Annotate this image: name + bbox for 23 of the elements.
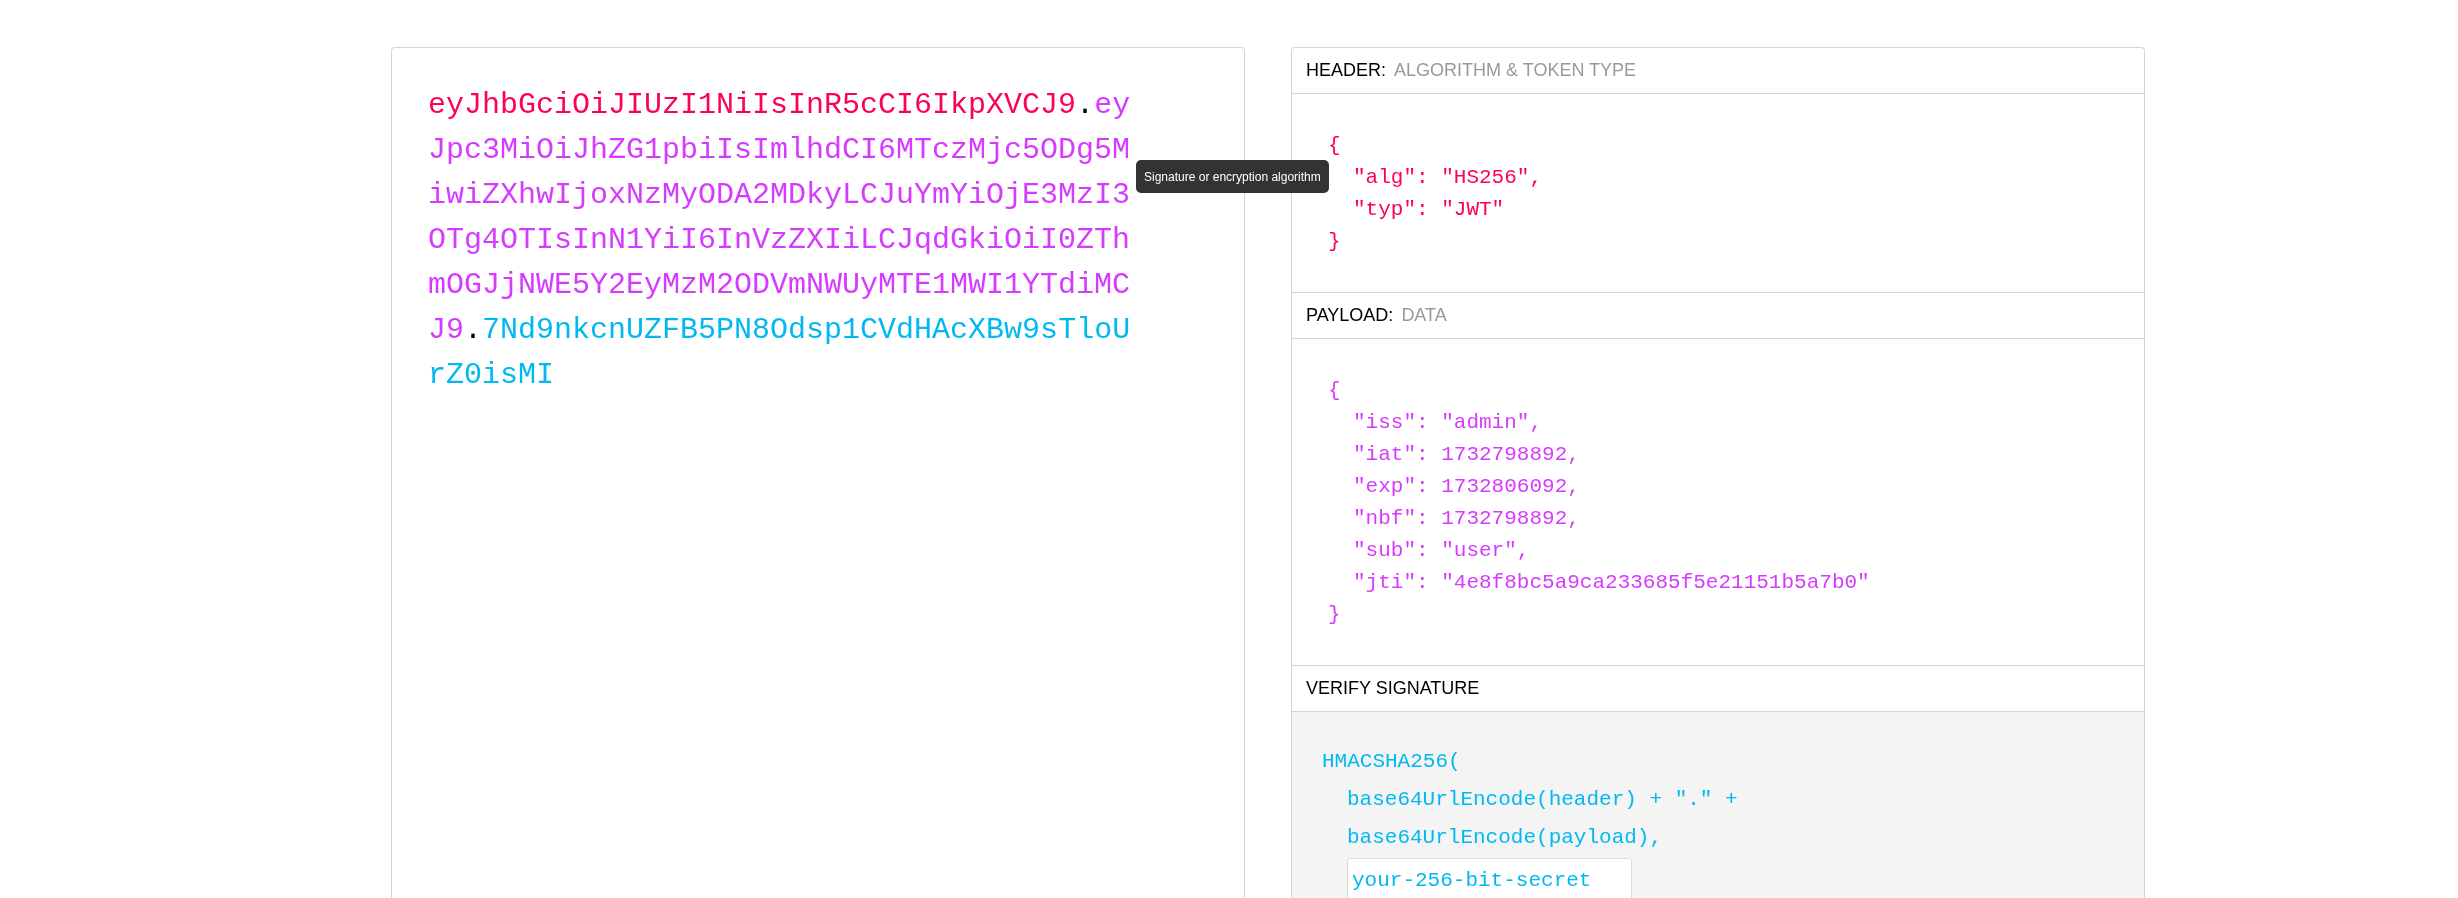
section-label: PAYLOAD: — [1306, 305, 1394, 326]
secret-input-field[interactable]: your-256-bit-secret — [1347, 858, 1632, 898]
code-line: base64UrlEncode(payload), — [1347, 825, 1663, 851]
json-brace: { — [1328, 133, 1341, 159]
section-sublabel: DATA — [1401, 305, 1447, 326]
json-brace: } — [1328, 602, 1341, 628]
json-line[interactable]: "sub": "user", — [1353, 535, 1530, 567]
section-sublabel: ALGORITHM & TOKEN TYPE — [1394, 60, 1637, 81]
json-brace: } — [1328, 229, 1341, 255]
json-line[interactable]: "iat": 1732798892, — [1353, 439, 1580, 471]
tooltip: Signature or encryption algorithm — [1136, 160, 1329, 193]
section-label: VERIFY SIGNATURE — [1306, 678, 1480, 699]
json-line[interactable]: "iss": "admin", — [1353, 407, 1543, 439]
json-line[interactable]: "alg": "HS256", — [1353, 162, 1543, 194]
json-line[interactable]: "nbf": 1732798892, — [1353, 503, 1580, 535]
json-line[interactable]: "jti": "4e8f8bc5a9ca233685f5e21151b5a7b0" — [1353, 567, 1870, 599]
code-line: base64UrlEncode(header) + "." + — [1347, 787, 1738, 813]
json-line[interactable]: "typ": "JWT" — [1353, 194, 1505, 226]
section-label: HEADER: — [1306, 60, 1386, 81]
json-brace: { — [1328, 378, 1341, 404]
code-line: HMACSHA256( — [1322, 749, 1461, 775]
json-line[interactable]: "exp": 1732806092, — [1353, 471, 1580, 503]
encoded-token[interactable]: eyJhbGciOiJIUzI1NiIsInR5cCI6IkpXVCJ9.eyJpc3MiOiJhZG1pbiIsImlhdCI6MTczMjc5ODg5MiwiZXhwIjoxNzMyODA2MDkyLCJuYmYiOjE3MzI3OTg4OTIsInN1YiI6InVzZXIiLCJqdGkiOiI0ZThmOGJjNWE5Y2EyMzM2ODVmNWUyMTE1MWI1YTdiMCJ9.7Nd9nkcnUZFB5PN8Odsp1CVdHAcXBw9sTloUrZ0isMI — [428, 83, 1134, 398]
